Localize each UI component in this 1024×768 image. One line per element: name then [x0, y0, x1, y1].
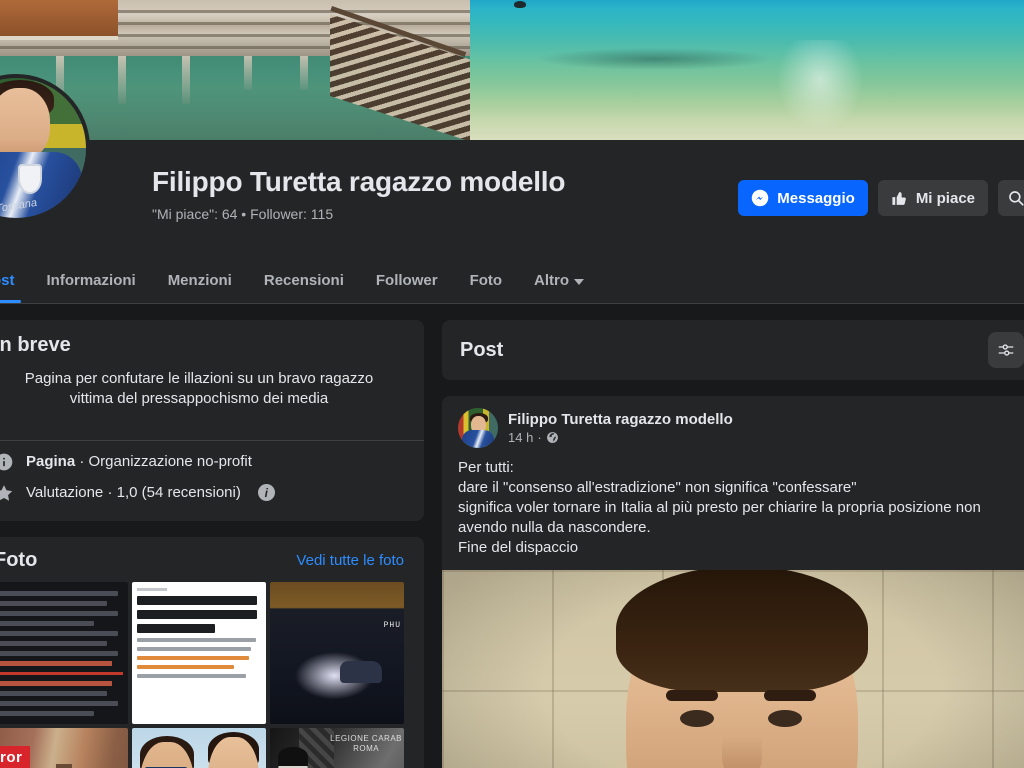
cover-sun-glint	[760, 40, 880, 140]
tab-recensioni-label: Recensioni	[263, 272, 344, 289]
cover-photo[interactable]	[0, 0, 1024, 140]
about-row-page-type-bold: Pagina	[26, 453, 76, 470]
tab-informazioni-label: Informazioni	[46, 272, 136, 289]
tab-menzioni-label: Menzioni	[167, 272, 232, 289]
photo-thumbnail[interactable]: PHU	[270, 581, 404, 724]
page-title: Filippo Turetta ragazzo modello	[152, 166, 566, 197]
like-button-label: Mi piace	[915, 189, 975, 207]
photo-grid: PHU ror LEGIONE CARAB ROMA	[0, 581, 424, 768]
about-row-rating: Valutazione · 1,0 (54 recensioni) i	[0, 472, 424, 521]
tab-foto-label: Foto	[469, 272, 503, 289]
photo-thumbnail[interactable]	[132, 581, 266, 724]
about-row-page-type-rest: · Organizzazione no-profit	[75, 453, 252, 470]
about-card: In breve Pagina per confutare le illazio…	[0, 320, 424, 521]
post-author-avatar[interactable]	[458, 408, 498, 448]
tab-foto[interactable]: Foto	[454, 258, 518, 303]
chevron-down-icon	[574, 278, 585, 285]
message-button-label: Messaggio	[777, 189, 855, 207]
post-section-header-card: Post	[442, 320, 1024, 380]
star-icon	[0, 483, 14, 503]
rating-info-badge[interactable]: i	[257, 484, 275, 501]
photos-card: Foto Vedi tutte le foto PHU ror LEGIONE …	[0, 536, 424, 768]
about-row-page-type: Pagina · Organizzazione no-profit	[0, 441, 424, 472]
search-button[interactable]	[998, 180, 1024, 216]
photo-thumbnail[interactable]: ror	[0, 727, 128, 768]
page-stats: "Mi piace": 64 • Follower: 115	[152, 206, 334, 222]
photo-thumbnail[interactable]	[132, 727, 266, 768]
see-all-photos-link[interactable]: Vedi tutte le foto	[296, 552, 404, 569]
post-section-title: Post	[460, 338, 504, 361]
tab-follower-label: Follower	[375, 272, 438, 289]
info-circle-icon	[0, 452, 14, 472]
tab-follower[interactable]: Follower	[360, 258, 454, 303]
post-author-name[interactable]: Filippo Turetta ragazzo modello	[508, 411, 733, 428]
tab-informazioni[interactable]: Informazioni	[31, 258, 152, 303]
post-author-row: Filippo Turetta ragazzo modello 14 h ·	[442, 396, 1024, 448]
filter-sliders-icon	[997, 341, 1015, 359]
tab-recensioni[interactable]: Recensioni	[248, 258, 360, 303]
page-content: In breve Pagina per confutare le illazio…	[0, 304, 1024, 768]
photo-thumbnail[interactable]	[0, 581, 128, 724]
avatar-image: 26 Toscana	[0, 78, 86, 218]
messenger-icon	[751, 189, 769, 207]
profile-tabs: Post Informazioni Menzioni Recensioni Fo…	[0, 258, 1024, 304]
tab-post[interactable]: Post	[0, 258, 31, 303]
profile-header: 26 Toscana Filippo Turetta ragazzo model…	[0, 74, 1024, 258]
post-image[interactable]	[442, 570, 1024, 768]
post-meta-separator: ·	[537, 430, 542, 445]
avatar[interactable]: 26 Toscana	[0, 74, 90, 222]
search-icon	[1007, 189, 1024, 207]
message-button[interactable]: Messaggio	[738, 180, 868, 216]
thumbs-up-icon	[891, 190, 908, 207]
post-meta: 14 h ·	[508, 430, 733, 445]
like-button[interactable]: Mi piace	[877, 180, 988, 216]
tab-post-label: Post	[0, 272, 15, 289]
photos-title: Foto	[0, 548, 38, 571]
cover-water-shadow	[540, 48, 770, 70]
about-row-rating-text: Valutazione · 1,0 (54 recensioni)	[26, 484, 241, 501]
post-card: Filippo Turetta ragazzo modello 14 h · P…	[442, 396, 1024, 768]
globe-icon	[546, 431, 559, 444]
post-filter-button[interactable]	[988, 332, 1024, 368]
facebook-page-root: 26 Toscana Filippo Turetta ragazzo model…	[0, 0, 1024, 768]
left-column: In breve Pagina per confutare le illazio…	[0, 320, 424, 768]
right-column: Post Filippo Turetta ragazzo modello 14 …	[442, 320, 1024, 768]
tab-menzioni[interactable]: Menzioni	[152, 258, 248, 303]
header-actions: Messaggio Mi piace	[738, 180, 1024, 216]
post-timestamp[interactable]: 14 h	[508, 430, 533, 445]
about-title: In breve	[0, 334, 71, 356]
about-description: Pagina per confutare le illazioni su un …	[24, 370, 374, 408]
photo-thumbnail[interactable]: LEGIONE CARAB ROMA	[270, 727, 404, 768]
post-text: Per tutti: dare il "consenso all'estradi…	[458, 459, 981, 556]
tab-altro[interactable]: Altro	[518, 258, 600, 303]
tab-altro-label: Altro	[534, 272, 570, 289]
cover-cabin	[0, 0, 118, 40]
cover-boat	[514, 1, 526, 8]
